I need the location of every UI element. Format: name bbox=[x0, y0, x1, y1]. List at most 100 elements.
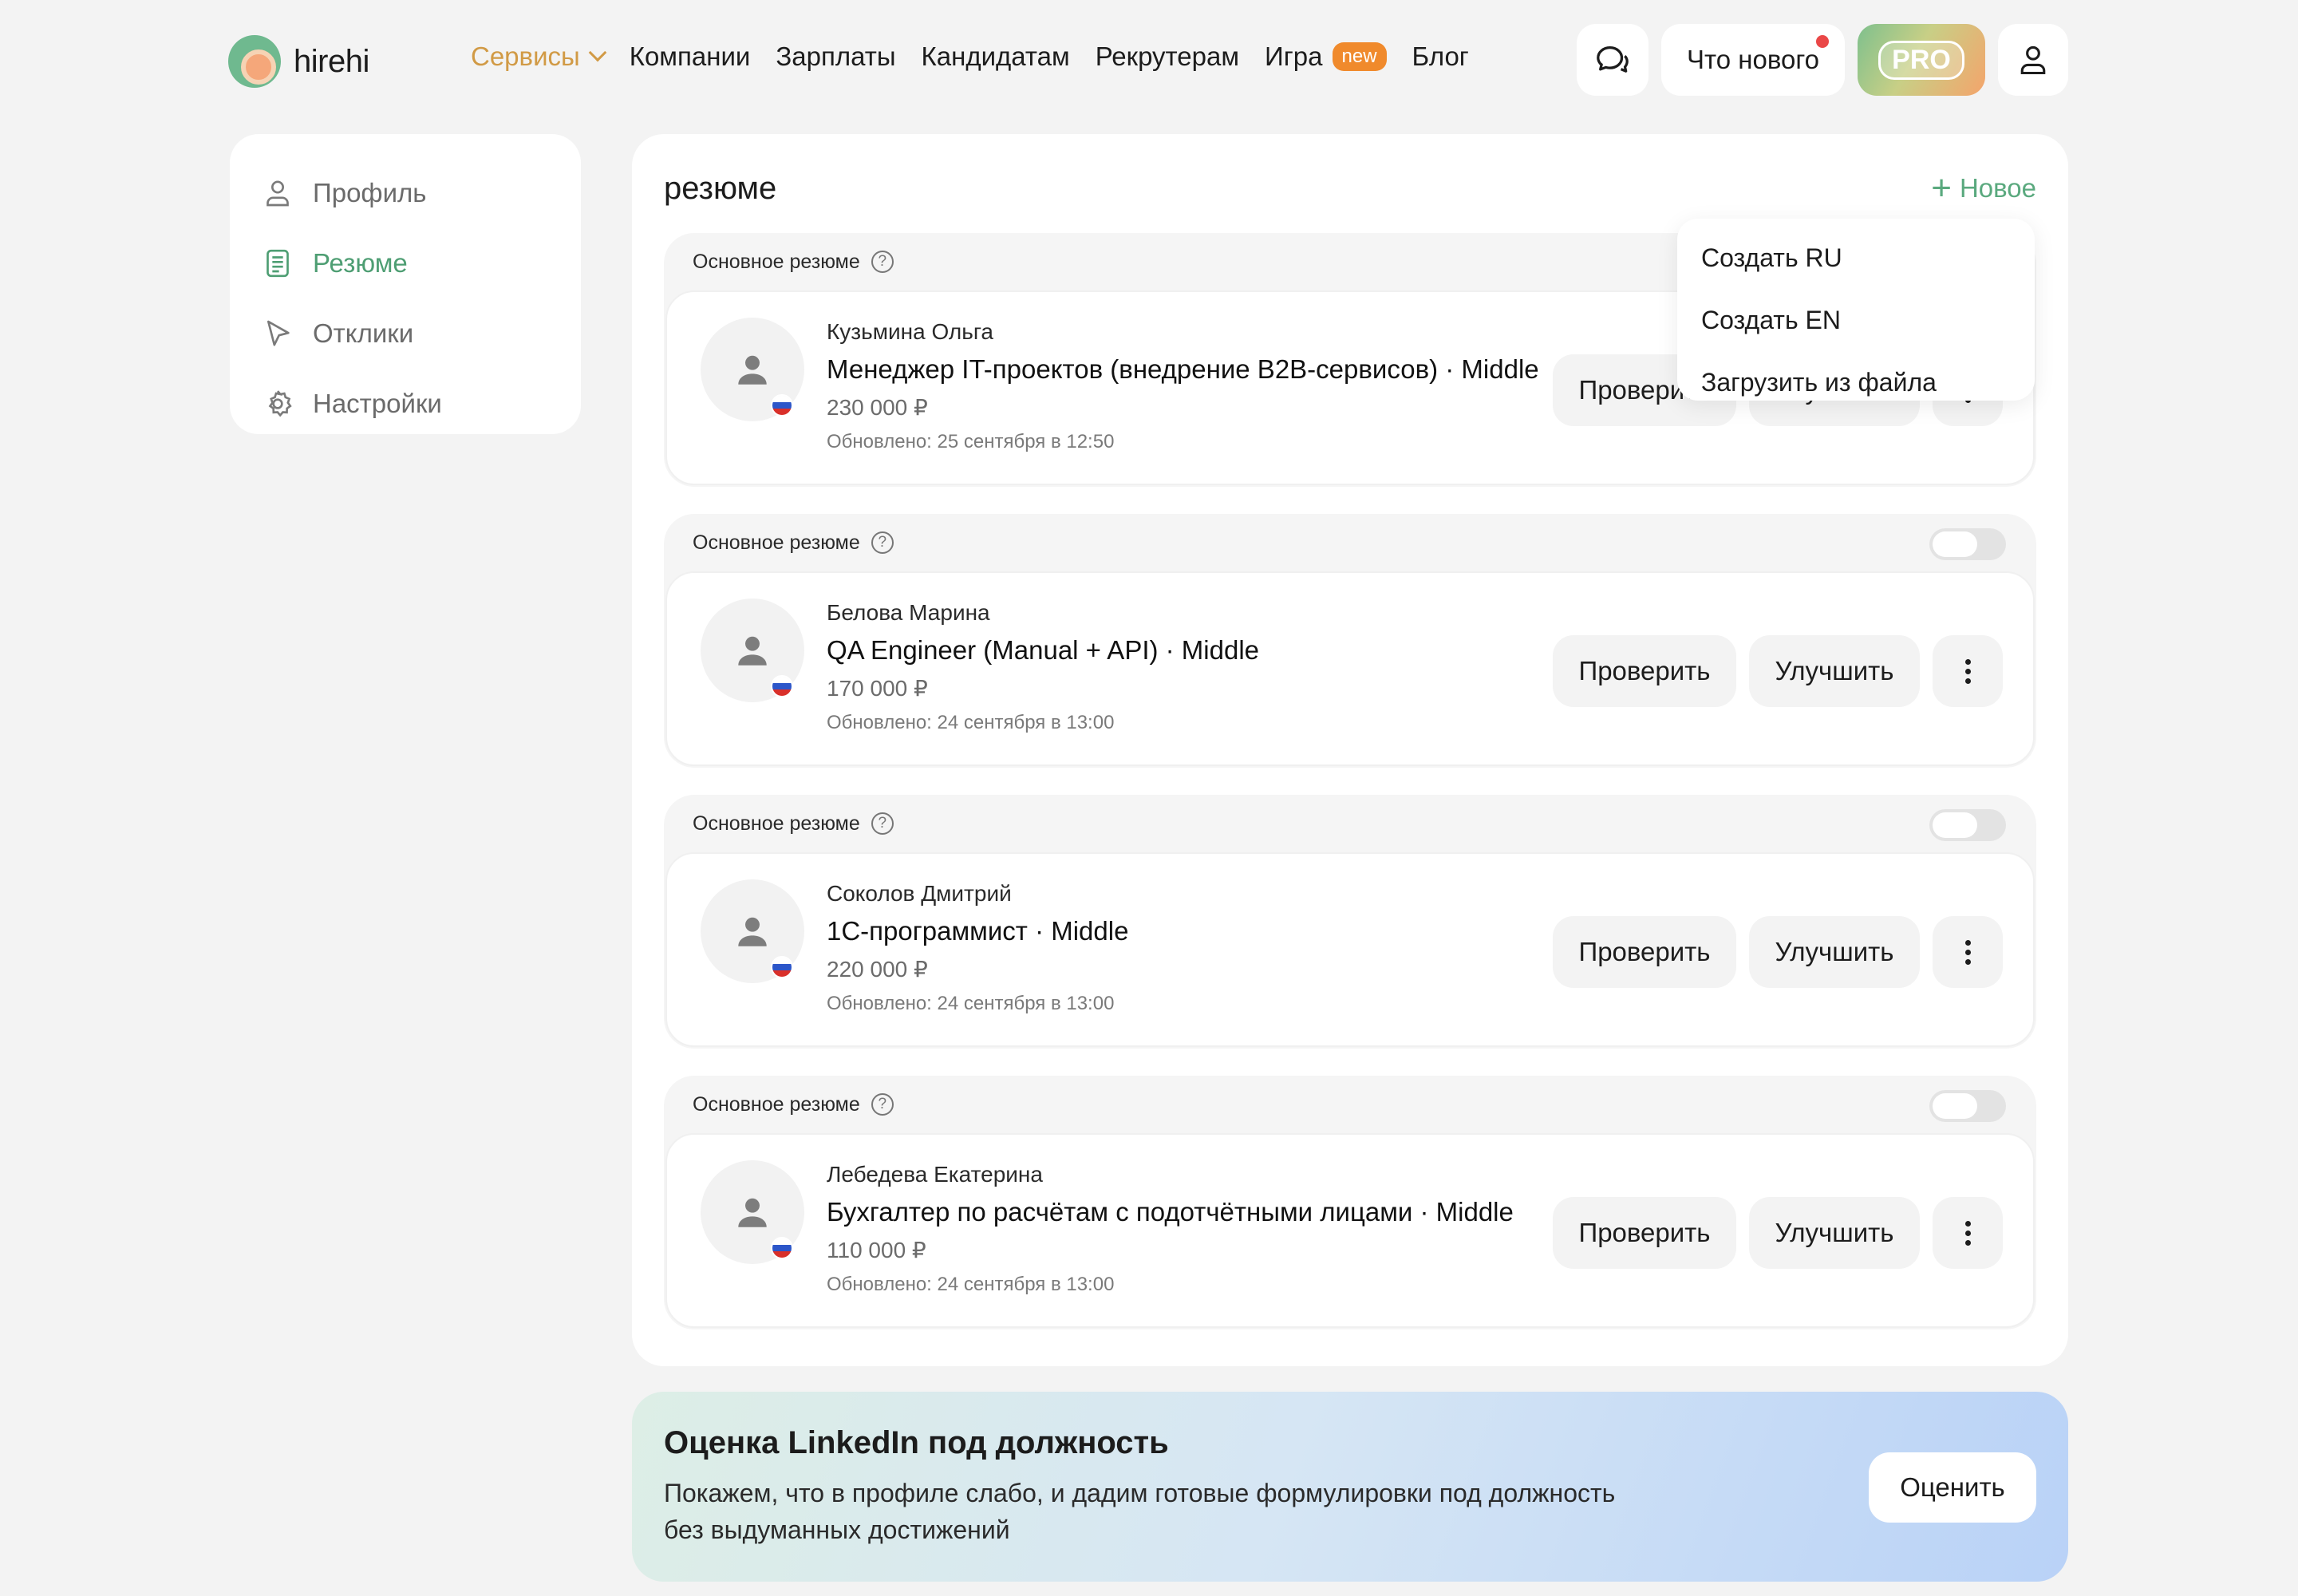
sidebar-item-settings[interactable]: Настройки bbox=[230, 369, 581, 439]
person-icon bbox=[738, 1198, 767, 1227]
russia-flag-icon bbox=[771, 956, 793, 978]
candidate-name: Соколов Дмитрий bbox=[827, 881, 1012, 906]
nav-item-game[interactable]: Игра new bbox=[1265, 41, 1387, 72]
main-resume-label: Основное резюме bbox=[693, 250, 860, 273]
nav-label: Зарплаты bbox=[776, 41, 896, 71]
resume-card-body[interactable]: Белова Марина QA Engineer (Manual + API)… bbox=[665, 571, 2035, 766]
resume-card-header: Основное резюме ? bbox=[664, 795, 2036, 852]
job-title: QA Engineer (Manual + API) · Middle bbox=[827, 635, 1260, 665]
sidebar-item-responses[interactable]: Отклики bbox=[230, 298, 581, 369]
chat-button[interactable] bbox=[1577, 24, 1648, 96]
sidebar-item-label: Настройки bbox=[313, 389, 442, 418]
check-button[interactable]: Проверить bbox=[1553, 635, 1736, 707]
pro-button[interactable]: PRO bbox=[1858, 24, 1985, 96]
user-icon bbox=[2020, 45, 2046, 75]
nav-item-services[interactable]: Сервисы bbox=[471, 41, 607, 72]
user-icon bbox=[259, 174, 297, 212]
menu-item-create-en[interactable]: Создать EN bbox=[1677, 289, 2035, 351]
sidebar-item-profile[interactable]: Профиль bbox=[230, 158, 581, 228]
improve-button[interactable]: Улучшить bbox=[1749, 635, 1920, 707]
notification-dot bbox=[1816, 35, 1829, 48]
new-resume-button[interactable]: + Новое bbox=[1931, 171, 2036, 206]
main-resume-toggle[interactable] bbox=[1929, 809, 2006, 841]
menu-item-create-ru[interactable]: Создать RU bbox=[1677, 227, 2035, 289]
banner-title: Оценка LinkedIn под должность bbox=[664, 1425, 1169, 1460]
improve-button[interactable]: Улучшить bbox=[1749, 916, 1920, 988]
nav-label: Сервисы bbox=[471, 41, 580, 71]
more-vertical-icon bbox=[1964, 939, 1971, 965]
main-resume-toggle[interactable] bbox=[1929, 1090, 2006, 1122]
help-icon[interactable]: ? bbox=[871, 251, 894, 273]
nav-item-recruiters[interactable]: Рекрутерам bbox=[1096, 41, 1239, 72]
salary: 170 000 ₽ bbox=[827, 676, 928, 701]
improve-button[interactable]: Улучшить bbox=[1749, 1197, 1920, 1269]
updated-date: Обновлено: 24 сентября в 13:00 bbox=[827, 993, 1115, 1014]
job-title: Бухгалтер по расчётам с подотчётными лиц… bbox=[827, 1197, 1514, 1227]
new-resume-dropdown: Создать RU Создать EN Загрузить из файла bbox=[1677, 219, 2035, 401]
resume-card-header: Основное резюме ? bbox=[664, 514, 2036, 571]
check-label: Проверить bbox=[1578, 1218, 1711, 1247]
improve-label: Улучшить bbox=[1775, 1218, 1894, 1247]
nav-label: Игра bbox=[1265, 41, 1323, 71]
updated-date: Обновлено: 24 сентября в 13:00 bbox=[827, 1274, 1115, 1295]
logo-mark-icon bbox=[228, 35, 281, 88]
person-icon bbox=[738, 355, 767, 385]
updated-date: Обновлено: 25 сентября в 12:50 bbox=[827, 431, 1115, 452]
pro-label: PRO bbox=[1878, 40, 1964, 80]
sidebar-item-label: Профиль bbox=[313, 178, 427, 207]
nav-label: Компании bbox=[629, 41, 751, 71]
updated-date: Обновлено: 24 сентября в 13:00 bbox=[827, 712, 1115, 733]
banner-text: Покажем, что в профиле слабо, и дадим го… bbox=[664, 1479, 1616, 1544]
logo[interactable]: hirehi bbox=[228, 35, 369, 88]
more-button[interactable] bbox=[1933, 1197, 2003, 1269]
check-button[interactable]: Проверить bbox=[1553, 1197, 1736, 1269]
chevron-down-icon bbox=[588, 43, 607, 62]
resume-card-body[interactable]: Соколов Дмитрий 1С-программист · Middle … bbox=[665, 852, 2035, 1047]
main-resume-toggle[interactable] bbox=[1929, 528, 2006, 560]
improve-label: Улучшить bbox=[1775, 937, 1894, 966]
help-icon[interactable]: ? bbox=[871, 1093, 894, 1116]
whats-new-button[interactable]: Что нового bbox=[1661, 24, 1845, 96]
more-button[interactable] bbox=[1933, 635, 2003, 707]
resume-card: Основное резюме ? Соколов Дмитрий 1С-про… bbox=[664, 795, 2036, 1049]
help-icon[interactable]: ? bbox=[871, 531, 894, 554]
evaluate-button[interactable]: Оценить bbox=[1869, 1452, 2036, 1523]
more-button[interactable] bbox=[1933, 916, 2003, 988]
menu-item-upload-file[interactable]: Загрузить из файла bbox=[1677, 351, 2035, 413]
new-resume-label: Новое bbox=[1959, 173, 2036, 203]
sidebar-item-resume[interactable]: Резюме bbox=[230, 228, 581, 298]
plus-icon: + bbox=[1931, 168, 1952, 207]
person-icon bbox=[738, 917, 767, 946]
nav-item-salaries[interactable]: Зарплаты bbox=[776, 41, 895, 72]
nav-item-candidates[interactable]: Кандидатам bbox=[922, 41, 1070, 72]
document-icon bbox=[259, 244, 297, 282]
evaluate-label: Оценить bbox=[1900, 1472, 2005, 1502]
resume-card: Основное резюме ? Лебедева Екатерина Бух… bbox=[664, 1076, 2036, 1329]
job-title: 1С-программист · Middle bbox=[827, 916, 1129, 946]
new-badge: new bbox=[1332, 42, 1387, 71]
resume-card-header: Основное резюме ? bbox=[664, 1076, 2036, 1133]
more-vertical-icon bbox=[1964, 1220, 1971, 1246]
main-resume-label: Основное резюме bbox=[693, 812, 860, 835]
salary: 110 000 ₽ bbox=[827, 1238, 926, 1262]
candidate-name: Лебедева Екатерина bbox=[827, 1162, 1043, 1187]
candidate-name: Кузьмина Ольга bbox=[827, 319, 994, 344]
salary: 220 000 ₽ bbox=[827, 957, 928, 982]
page-title: резюме bbox=[664, 171, 777, 206]
main-resume-label: Основное резюме bbox=[693, 1092, 860, 1116]
resume-card-body[interactable]: Лебедева Екатерина Бухгалтер по расчётам… bbox=[665, 1133, 2035, 1328]
account-button[interactable] bbox=[1998, 24, 2068, 96]
nav-item-companies[interactable]: Компании bbox=[630, 41, 751, 72]
improve-label: Улучшить bbox=[1775, 656, 1894, 685]
job-title: Менеджер IT-проектов (внедрение B2B-серв… bbox=[827, 354, 1539, 384]
top-header: hirehi Сервисы Компании Зарплаты Кандида… bbox=[0, 0, 2298, 120]
linkedin-banner: Оценка LinkedIn под должность Покажем, ч… bbox=[632, 1392, 2068, 1582]
check-button[interactable]: Проверить bbox=[1553, 916, 1736, 988]
nav-item-blog[interactable]: Блог bbox=[1412, 41, 1469, 72]
nav-label: Рекрутерам bbox=[1095, 41, 1240, 71]
gear-icon bbox=[259, 385, 297, 423]
main-resume-label: Основное резюме bbox=[693, 531, 860, 554]
sidebar: Профиль Резюме Отклики Настройки bbox=[230, 134, 581, 434]
help-icon[interactable]: ? bbox=[871, 812, 894, 835]
salary: 230 000 ₽ bbox=[827, 395, 928, 420]
